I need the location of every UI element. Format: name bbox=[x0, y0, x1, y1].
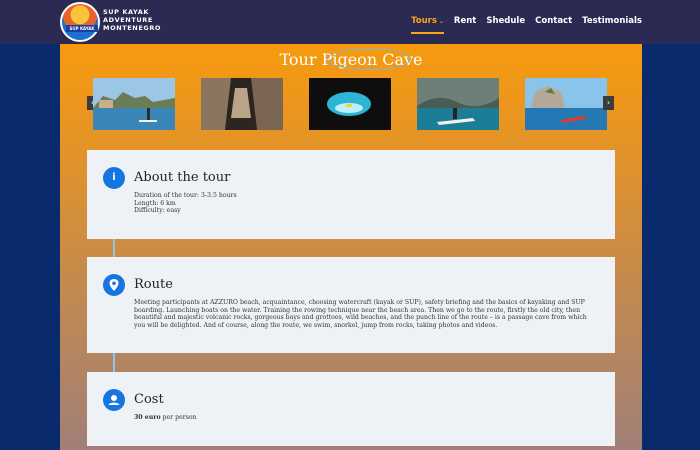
nav-item-testimonials[interactable]: Testimonials bbox=[582, 16, 642, 26]
gallery-photo-old-town[interactable] bbox=[93, 78, 175, 130]
nav-item-label: Contact bbox=[535, 16, 573, 26]
gallery-next-arrow-icon[interactable]: › bbox=[603, 96, 614, 110]
brand-line-1: SUP KAYAK bbox=[103, 8, 149, 16]
brand-line-2: ADVENTURE bbox=[103, 16, 153, 24]
cost-details: 30 euro per person bbox=[134, 414, 599, 422]
about-title: About the tour bbox=[134, 170, 231, 185]
route-description: Meeting participants at AZZURO beach, ac… bbox=[134, 299, 587, 329]
brand-name[interactable]: SUP KAYAK ADVENTURE MONTENEGRO bbox=[103, 8, 161, 32]
nav-item-tours[interactable]: Tours ⌄ bbox=[411, 16, 444, 34]
main-nav: Tours ⌄ Rent Shedule Contact Testimonials bbox=[411, 16, 642, 34]
nav-item-label: Tours bbox=[411, 16, 437, 26]
route-card: Route Meeting participants at AZZURO bea… bbox=[87, 257, 615, 353]
about-duration: Duration of the tour: 3-3.5 hours bbox=[134, 192, 237, 199]
gallery-photo-rock-wall[interactable] bbox=[201, 78, 283, 130]
gallery-photo-sea-rock[interactable] bbox=[525, 78, 607, 130]
gallery-photo-cave-water[interactable] bbox=[309, 78, 391, 130]
map-pin-icon bbox=[103, 274, 125, 296]
nav-item-rent[interactable]: Rent bbox=[454, 16, 476, 26]
cost-price: 30 euro bbox=[134, 414, 161, 421]
nav-item-contact[interactable]: Contact bbox=[535, 16, 572, 26]
logo-band-text: SUP KAYAK bbox=[66, 25, 98, 32]
site-header: SUP KAYAK SUP KAYAK ADVENTURE MONTENEGRO… bbox=[0, 0, 700, 44]
nav-item-label: Rent bbox=[453, 16, 477, 26]
cost-suffix: per person bbox=[160, 414, 197, 421]
brand-line-3: MONTENEGRO bbox=[103, 24, 162, 32]
about-card: i About the tour Duration of the tour: 3… bbox=[87, 150, 615, 239]
user-circle-icon bbox=[103, 389, 125, 411]
tour-panel: Tour Pigeon Cave ‹ › i About the tour Du… bbox=[60, 44, 642, 450]
logo[interactable]: SUP KAYAK bbox=[60, 2, 100, 42]
about-details: Duration of the tour: 3-3.5 hours Length… bbox=[134, 192, 599, 215]
nav-item-label: Testimonials bbox=[582, 16, 642, 26]
about-difficulty: Difficulty: easy bbox=[134, 207, 181, 215]
route-title: Route bbox=[134, 277, 173, 292]
about-length: Length: 6 km bbox=[134, 199, 176, 207]
photo-gallery: ‹ › bbox=[60, 78, 642, 132]
cost-card: Cost 30 euro per person bbox=[87, 372, 615, 446]
nav-item-label: Shedule bbox=[486, 16, 526, 26]
chevron-down-icon: ⌄ bbox=[438, 18, 444, 25]
nav-item-shedule[interactable]: Shedule bbox=[486, 16, 525, 26]
page-title: Tour Pigeon Cave bbox=[279, 50, 423, 69]
gallery-photo-cave-sup[interactable] bbox=[417, 78, 499, 130]
cost-title: Cost bbox=[134, 392, 164, 407]
info-icon: i bbox=[103, 167, 125, 189]
